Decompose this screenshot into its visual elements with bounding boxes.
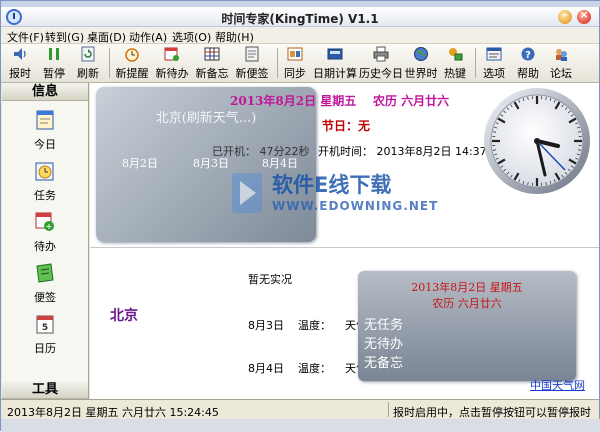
status-hint: 报时启用中，点击暂停按钮可以暂停报时 <box>393 404 591 420</box>
weather-refresh-link[interactable]: 北京(刷新天气...) <box>96 107 316 126</box>
new-todo-button[interactable]: 新待办 <box>153 46 191 81</box>
task-panel-date: 2013年8月2日 星期五 <box>358 279 576 295</box>
toolbar: 报时 暂停 刷新 新提醒 新待办 <box>1 44 599 83</box>
pause-button[interactable]: 暂停 <box>39 46 69 81</box>
toolbar-separator <box>277 48 278 78</box>
sidebar-item-task[interactable]: 任务 <box>2 156 88 202</box>
svg-text:?: ? <box>525 50 531 61</box>
menu-help[interactable]: 帮助(H) <box>215 29 254 45</box>
site-watermark: 软件E线下载 WWW.EDOWNING.NET <box>218 165 448 225</box>
forum-icon <box>553 46 569 62</box>
date-calc-button[interactable]: 日期计算 <box>311 46 359 81</box>
app-window: 时间专家(KingTime) V1.1 文件(F) 转到(G) 桌面(D) 动作… <box>0 0 600 431</box>
options-icon <box>486 46 502 62</box>
calculator-icon <box>327 46 343 62</box>
history-today-button[interactable]: 历史今日 <box>359 46 403 81</box>
menu-goto[interactable]: 转到(G) <box>45 29 84 45</box>
analog-clock <box>482 86 592 196</box>
taskbar-strip <box>1 419 600 432</box>
lunar-date: 农历 六月廿六 <box>373 92 449 109</box>
calendar-add-icon <box>164 46 180 62</box>
sidebar-item-calendar[interactable]: 5 日历 <box>2 309 88 355</box>
toolbar-separator <box>475 48 476 78</box>
sidebar-item-sticky-note[interactable]: 便签 <box>2 258 88 304</box>
note-icon <box>244 46 260 62</box>
printer-icon <box>373 46 389 62</box>
calendar-icon: 5 <box>34 313 56 335</box>
speaker-icon <box>12 46 28 62</box>
refresh-icon <box>80 46 96 62</box>
hotkey-icon <box>447 46 463 62</box>
new-memo-button[interactable]: 新备忘 <box>193 46 231 81</box>
sidebar-item-todo[interactable]: + 待办 <box>2 207 88 253</box>
forecast-day: 8月2日 <box>122 155 158 171</box>
menu-options[interactable]: 选项(O) <box>172 29 211 45</box>
watermark-title: 软件E线下载 <box>272 169 391 199</box>
menu-bar: 文件(F) 转到(G) 桌面(D) 动作(A) 选项(O) 帮助(H) <box>1 27 599 44</box>
help-button[interactable]: ? 帮助 <box>513 46 543 81</box>
china-weather-link[interactable]: 中国天气网 <box>530 377 585 393</box>
menu-desktop[interactable]: 桌面(D) <box>87 29 126 45</box>
forum-button[interactable]: 论坛 <box>546 46 576 81</box>
task-summary-panel: 2013年8月2日 星期五 农历 六月廿六 无任务 无待办 无备忘 <box>358 271 576 381</box>
hotkey-button[interactable]: 热键 <box>441 46 469 81</box>
todo-icon: + <box>34 211 56 233</box>
status-bar: 2013年8月2日 星期五 六月廿六 15:24:45 报时启用中，点击暂停按钮… <box>1 399 599 419</box>
uptime-label: 已开机： 47分22秒 <box>212 143 310 159</box>
close-button[interactable] <box>577 10 591 24</box>
holiday-label: 节日：无 <box>322 117 370 134</box>
sidebar: 信息 今日 任务 + 待办 便签 5 <box>2 83 89 399</box>
new-sticky-note-button[interactable]: 新便签 <box>233 46 271 81</box>
svg-text:5: 5 <box>42 323 48 333</box>
main-panel: 北京(刷新天气...) 8月2日 8月3日 8月4日 2013年8月2日 星期五… <box>90 83 599 399</box>
sync-button[interactable]: 同步 <box>281 46 309 81</box>
announce-time-button[interactable]: 报时 <box>5 46 35 81</box>
minimize-button[interactable] <box>558 10 572 24</box>
pause-icon <box>46 46 62 62</box>
menu-file[interactable]: 文件(F) <box>7 29 44 45</box>
sync-icon <box>287 46 303 62</box>
sticky-note-icon <box>34 262 56 284</box>
boot-time-label: 开机时间： 2013年8月2日 14:37 <box>318 143 487 159</box>
watermark-url: WWW.EDOWNING.NET <box>272 199 438 213</box>
today-icon <box>34 109 56 131</box>
grid-note-icon <box>204 46 220 62</box>
no-todo-label: 无待办 <box>364 333 403 352</box>
watermark-logo-icon <box>228 171 266 215</box>
svg-text:+: + <box>46 222 53 231</box>
status-separator <box>388 402 389 417</box>
alarm-clock-icon <box>124 46 140 62</box>
refresh-button[interactable]: 刷新 <box>73 46 103 81</box>
sidebar-header-info[interactable]: 信息 <box>2 83 88 101</box>
no-memo-label: 无备忘 <box>364 352 403 371</box>
sidebar-header-tools[interactable]: 工具 <box>2 381 88 399</box>
window-title: 时间专家(KingTime) V1.1 <box>1 10 599 27</box>
section-divider <box>90 247 599 248</box>
options-button[interactable]: 选项 <box>479 46 509 81</box>
no-live-weather: 暂无实况 <box>248 271 292 287</box>
city-name: 北京 <box>110 305 138 325</box>
status-datetime: 2013年8月2日 星期五 六月廿六 15:24:45 <box>7 404 219 420</box>
world-time-button[interactable]: 世界时 <box>403 46 439 81</box>
current-date: 2013年8月2日 星期五 <box>230 92 356 109</box>
globe-icon <box>413 46 429 62</box>
toolbar-separator <box>109 48 110 78</box>
task-panel-lunar: 农历 六月廿六 <box>358 295 576 311</box>
title-bar[interactable]: 时间专家(KingTime) V1.1 <box>1 7 599 27</box>
sidebar-item-today[interactable]: 今日 <box>2 105 88 151</box>
task-icon <box>34 160 56 182</box>
menu-action[interactable]: 动作(A) <box>129 29 167 45</box>
help-icon: ? <box>520 46 536 62</box>
no-task-label: 无任务 <box>364 314 403 333</box>
new-reminder-button[interactable]: 新提醒 <box>113 46 151 81</box>
